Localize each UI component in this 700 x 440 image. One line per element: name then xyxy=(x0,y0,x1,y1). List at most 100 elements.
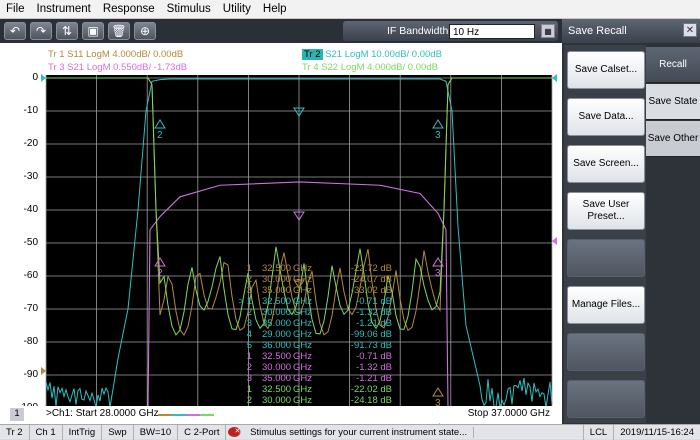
marker-value: -0.71 dB xyxy=(356,296,392,307)
menu-stimulus[interactable]: Stimulus xyxy=(161,3,217,15)
marker-unit: GHz xyxy=(293,351,312,362)
marker-value: -22.02 dB xyxy=(351,384,392,395)
marker-frequency: 35.000 xyxy=(262,373,291,384)
marker-value: -24.07 dB xyxy=(351,274,392,285)
softkey-empty[interactable] xyxy=(567,380,645,418)
tab-save-other[interactable]: Save Other xyxy=(646,121,700,157)
marker-unit: GHz xyxy=(293,384,312,395)
marker-unit: GHz xyxy=(293,329,312,340)
marker-index: 3 xyxy=(247,318,252,329)
status-cal[interactable]: C 2-Port xyxy=(178,425,226,440)
marker-index: > 1 xyxy=(239,296,252,307)
softkey-empty[interactable] xyxy=(567,333,645,371)
softkey-save-screen[interactable]: Save Screen... xyxy=(567,145,645,183)
marker-frequency: 30.000 xyxy=(262,307,291,318)
if-bandwidth-input[interactable]: 10 Hz xyxy=(449,24,535,39)
marker-frequency: 36.000 xyxy=(262,340,291,351)
marker-frequency: 32.500 xyxy=(262,296,291,307)
tab-recall[interactable]: Recall xyxy=(646,47,700,83)
marker-number: 2 xyxy=(157,130,163,141)
y-tick-label: -70 xyxy=(2,303,38,314)
chart-pane: 232333 132.500GHz-22.72 dB230.000GHz-24.… xyxy=(0,43,562,424)
marker-frequency: 32.500 xyxy=(262,384,291,395)
toolbar: ↶ ↷ ⇅ ▣ 🗑 ⊕ IF Bandwidth 10 Hz ▦ xyxy=(0,19,562,43)
marker-unit: GHz xyxy=(293,395,312,406)
marker-index: 5 xyxy=(247,340,252,351)
y-tick-label: -90 xyxy=(2,369,38,380)
y-tick-label: -40 xyxy=(2,204,38,215)
tab-save-state[interactable]: Save State xyxy=(646,84,700,120)
marker-value: -22.72 dB xyxy=(351,263,392,274)
close-icon[interactable]: ✕ xyxy=(683,23,697,37)
status-bw[interactable]: BW=10 xyxy=(134,425,178,440)
softkey-column: Save Calset... Save Data... Save Screen...… xyxy=(564,45,646,423)
marker-frequency: 35.000 xyxy=(262,285,291,296)
status-message-text: Stimulus settings for your current instr… xyxy=(244,427,474,438)
status-channel[interactable]: Ch 1 xyxy=(30,425,63,440)
status-bar: Tr 2 Ch 1 IntTrig Swp BW=10 C 2-Port ✕ S… xyxy=(0,424,700,439)
marker-frequency: 35.000 xyxy=(262,318,291,329)
marker-frequency: 30.000 xyxy=(262,274,291,285)
y-tick-label: -50 xyxy=(2,237,38,248)
status-message[interactable]: ✕ Stimulus settings for your current ins… xyxy=(226,425,583,440)
marker-value: -24.18 dB xyxy=(351,395,392,406)
marker-value: -33.02 dB xyxy=(351,285,392,296)
menu-file[interactable]: File xyxy=(0,3,31,15)
y-tick-label: -80 xyxy=(2,336,38,347)
marker-index: 3 xyxy=(247,285,252,296)
marker-value: -1.32 dB xyxy=(356,362,392,373)
menu-instrument[interactable]: Instrument xyxy=(31,3,97,15)
trace3-label[interactable]: Tr 3 S21 LogM 0.550dB/ -1.73dB xyxy=(48,62,187,73)
softkey-save-data[interactable]: Save Data... xyxy=(567,98,645,136)
marker-value: -0.71 dB xyxy=(356,351,392,362)
trace4-label[interactable]: Tr 4 S22 LogM 4.000dB/ 0.00dB xyxy=(302,62,438,73)
marker-unit: GHz xyxy=(293,318,312,329)
stop-frequency[interactable]: Stop 37.0000 GHz xyxy=(468,408,550,419)
marker-index: 4 xyxy=(247,329,252,340)
y-tick-label: -60 xyxy=(2,270,38,281)
trace1-label[interactable]: Tr 1 S11 LogM 4.000dB/ 0.00dB xyxy=(48,49,183,60)
marker-value: -1.21 dB xyxy=(356,318,392,329)
status-trace[interactable]: Tr 2 xyxy=(0,425,30,440)
trace2-badge: Tr 2 xyxy=(302,49,323,60)
keypad-icon[interactable]: ▦ xyxy=(541,24,555,38)
softkey-manage-files[interactable]: Manage Files... xyxy=(567,286,645,324)
softkey-empty[interactable] xyxy=(567,239,645,277)
panel-title: Save Recall xyxy=(562,19,700,43)
redo-icon[interactable]: ↷ xyxy=(30,22,52,40)
marker-frequency: 30.000 xyxy=(262,362,291,373)
marker-value: -99.06 dB xyxy=(351,329,392,340)
status-lcl: LCL xyxy=(584,425,614,440)
softkey-save-user-preset[interactable]: Save User Preset... xyxy=(567,192,645,230)
trace2-label[interactable]: Tr 2 S21 LogM 10.00dB/ 0.00dB xyxy=(302,49,442,60)
marker-value: -1.21 dB xyxy=(356,373,392,384)
menu-utility[interactable]: Utility xyxy=(217,3,257,15)
softkey-save-calset[interactable]: Save Calset... xyxy=(567,51,645,89)
trace-plot: 232333 132.500GHz-22.72 dB230.000GHz-24.… xyxy=(0,43,562,424)
marker-index: 2 xyxy=(247,362,252,373)
marker-value: -1.32 dB xyxy=(356,307,392,318)
marker-frequency: 32.500 xyxy=(262,263,291,274)
marker-unit: GHz xyxy=(293,274,312,285)
marker-value: -91.73 dB xyxy=(351,340,392,351)
status-trigger[interactable]: IntTrig xyxy=(63,425,103,440)
start-frequency[interactable]: >Ch1: Start 28.0000 GHz xyxy=(46,408,159,419)
trace-legend-lines xyxy=(158,414,214,416)
undo-icon[interactable]: ↶ xyxy=(4,22,26,40)
marker-number: 3 xyxy=(435,130,441,141)
marker-index: 1 xyxy=(247,351,252,362)
trace2-text: S21 LogM 10.00dB/ 0.00dB xyxy=(325,49,442,60)
trash-icon[interactable]: 🗑 xyxy=(108,22,130,40)
marker-unit: GHz xyxy=(293,307,312,318)
marker-icon[interactable]: ⇅ xyxy=(56,22,78,40)
save-recall-panel: Save Recall ✕ Save Calset... Save Data...… xyxy=(562,19,700,424)
menu-help[interactable]: Help xyxy=(257,3,293,15)
channel-number[interactable]: 1 xyxy=(10,408,24,421)
zoom-icon[interactable]: ⊕ xyxy=(134,22,156,40)
marker-number: 3 xyxy=(435,268,441,279)
measurement-icon[interactable]: ▣ xyxy=(82,22,104,40)
marker-unit: GHz xyxy=(293,340,312,351)
marker-number: 2 xyxy=(157,268,163,279)
menu-response[interactable]: Response xyxy=(97,3,161,15)
status-sweep[interactable]: Swp xyxy=(102,425,133,440)
